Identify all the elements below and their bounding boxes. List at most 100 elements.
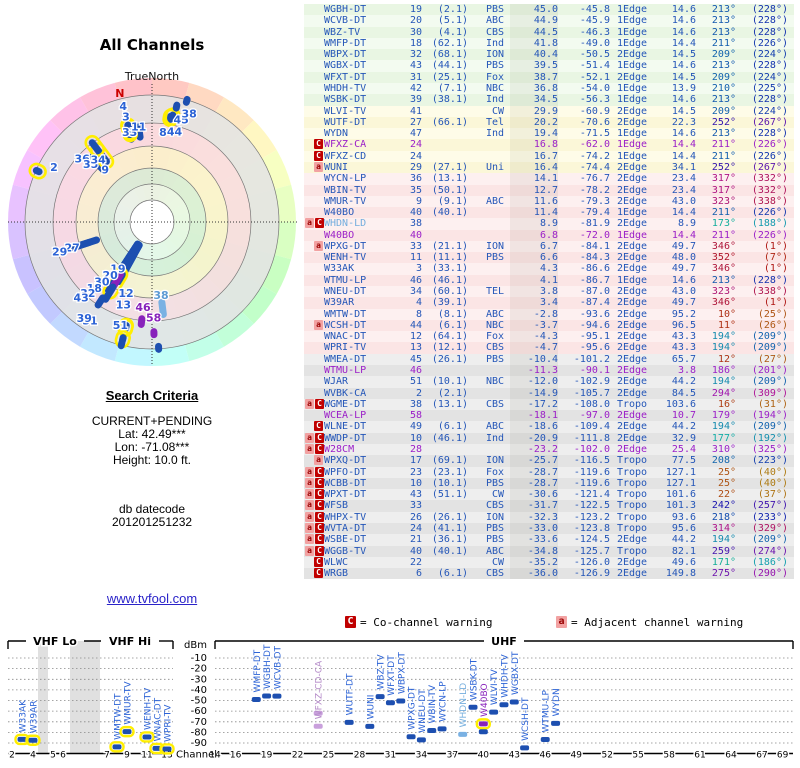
cell-path: Tropo	[616, 511, 648, 523]
tvfool-link[interactable]: www.tvfool.com	[32, 591, 272, 606]
cell-warnings: a	[304, 455, 323, 466]
cell-azimuth-true: 194°	[711, 331, 736, 343]
cell-real-channel: 51	[409, 376, 422, 388]
cell-azimuth-magn: (37°)	[757, 489, 788, 501]
cell-azimuth-magn: (226°)	[751, 229, 788, 241]
cell-path: 1Edge	[616, 139, 648, 151]
cell-network: PBS	[485, 4, 504, 15]
cell-virtual-channel: (62.1)	[431, 37, 468, 49]
cell-network	[468, 365, 504, 376]
cell-nm-db: 19.4	[510, 128, 558, 140]
spectrum-station-label: WHDN-LD	[459, 683, 469, 728]
cell-callsign: WHDN-LD	[324, 218, 367, 230]
adjacent-channel-warning-icon: a	[314, 319, 323, 330]
cell-nm-db: 12.7	[510, 184, 558, 196]
cell-callsign: WWDP-DT	[324, 432, 367, 444]
cell-warnings: aC	[304, 466, 324, 478]
co-channel-warning-icon: C	[315, 398, 324, 409]
cell-nm-db: -34.8	[510, 545, 558, 557]
spectrum-bar	[162, 746, 172, 752]
cell-real-channel: 4	[415, 297, 422, 309]
spectrum-bar	[251, 696, 261, 702]
cell-network: Uni	[485, 161, 504, 173]
cell-real-channel: 24	[409, 150, 422, 162]
table-row: W40BO 40 6.8 -72.0 1Edge 14.4 211° (226°)	[304, 229, 794, 241]
spectrum-station-label: WCSH-DT	[521, 697, 531, 741]
spectrum-bar	[17, 736, 27, 742]
cell-path: Tropo	[616, 455, 648, 467]
table-row: WGBX-DT 43 (44.1) PBS 39.5 -51.4 1Edge 14.6 213°…	[304, 60, 794, 72]
cell-real-channel: 46	[409, 365, 422, 376]
cell-pwr-dbm: -86.6	[579, 263, 610, 275]
cell-virtual-channel: (26.1)	[431, 353, 468, 365]
cell-nm-db: -23.2	[510, 443, 558, 456]
cell-callsign: WENH-TV	[324, 252, 367, 264]
cell-network: CBS	[485, 398, 504, 410]
cell-virtual-channel: (8.1)	[437, 308, 468, 320]
spectrum-station-label: WBPX-DT	[397, 652, 407, 694]
channel-tick-label: 49	[570, 751, 582, 761]
cell-path: 1Edge	[616, 229, 648, 241]
cell-pwr-dbm: -93.6	[579, 308, 610, 320]
cell-callsign: WLNE-DT	[324, 421, 367, 433]
cell-dist-miles: 14.6	[671, 15, 696, 27]
cell-azimuth-magn: (209°)	[751, 421, 788, 433]
cell-dist-miles: 49.7	[671, 263, 696, 275]
dbm-tick-label: -60	[191, 706, 207, 717]
spectrum-bar	[406, 734, 416, 740]
table-row: C WFXZ-CD 24 16.7 -74.2 1Edge 14.4 211° (226°)	[304, 150, 794, 162]
cell-nm-db: 3.8	[510, 286, 558, 298]
cell-callsign: WCBB-DT	[324, 477, 367, 489]
cell-callsign: WLVI-TV	[324, 105, 367, 117]
cell-path: 1Edge	[616, 82, 648, 94]
cell-dist-miles: 14.4	[671, 37, 696, 49]
cell-pwr-dbm: -56.3	[579, 94, 610, 106]
cell-virtual-channel: (40.1)	[431, 207, 468, 219]
cell-callsign: WCEA-LP	[324, 410, 367, 422]
cell-azimuth-magn: (226°)	[751, 37, 788, 49]
cell-azimuth-true: 211°	[711, 207, 736, 219]
radar-channel-label: 11	[131, 120, 146, 133]
table-row: WNEU-DT 34 (60.1) TEL 3.8 -87.0 2Edge 43.0 323° (…	[304, 286, 794, 298]
spectrum-station-label: WLVI-TV	[490, 668, 500, 705]
cell-azimuth-magn: (267°)	[751, 161, 788, 173]
spectrum-bar	[313, 723, 323, 729]
cell-azimuth-true: 310°	[711, 443, 736, 455]
cell-callsign: WVTA-DT	[324, 522, 367, 534]
cell-azimuth-true: 213°	[711, 274, 736, 286]
cell-dist-miles: 44.2	[671, 376, 696, 388]
cell-warnings: a	[304, 161, 323, 173]
cell-dist-miles: 8.9	[677, 218, 696, 230]
cell-azimuth-magn: (7°)	[763, 252, 788, 264]
cell-azimuth-true: 323°	[711, 286, 736, 298]
cell-azimuth-true: 194°	[711, 421, 736, 433]
radar-channel-label: 4	[119, 100, 127, 113]
dbm-tick-label: -80	[191, 727, 207, 738]
co-channel-warning-icon: C	[314, 568, 323, 579]
cell-pwr-dbm: -121.4	[573, 489, 610, 501]
cell-azimuth-true: 11°	[717, 319, 736, 331]
cell-path: 2Edge	[616, 432, 648, 444]
cell-callsign: WFXT-DT	[324, 71, 367, 83]
radar-channel-label: 43	[73, 292, 88, 305]
radar-channel-label: 44	[167, 125, 183, 138]
cell-warnings: aC	[304, 534, 324, 545]
cell-path: 2Edge	[616, 319, 648, 331]
cell-network	[468, 207, 504, 218]
cell-pwr-dbm: -74.4	[579, 161, 610, 173]
cell-nm-db: -12.0	[510, 376, 558, 388]
cell-azimuth-magn: (228°)	[751, 15, 788, 27]
spectrum-highlight-ring	[14, 733, 30, 746]
cell-real-channel: 9	[415, 195, 422, 207]
cell-virtual-channel: (2.1)	[437, 4, 468, 15]
cell-azimuth-magn: (257°)	[751, 500, 788, 512]
cell-virtual-channel: (50.1)	[431, 184, 468, 196]
cell-network: PBS	[485, 477, 504, 489]
cell-real-channel: 43	[409, 60, 422, 72]
cell-azimuth-true: 242°	[711, 500, 736, 512]
cell-real-channel: 2	[415, 387, 422, 399]
cell-warnings: aC	[304, 500, 324, 511]
cell-nm-db: 29.9	[510, 105, 558, 117]
cell-path: 1Edge	[616, 128, 648, 140]
db-datecode-value: 201201251232	[111, 515, 193, 529]
